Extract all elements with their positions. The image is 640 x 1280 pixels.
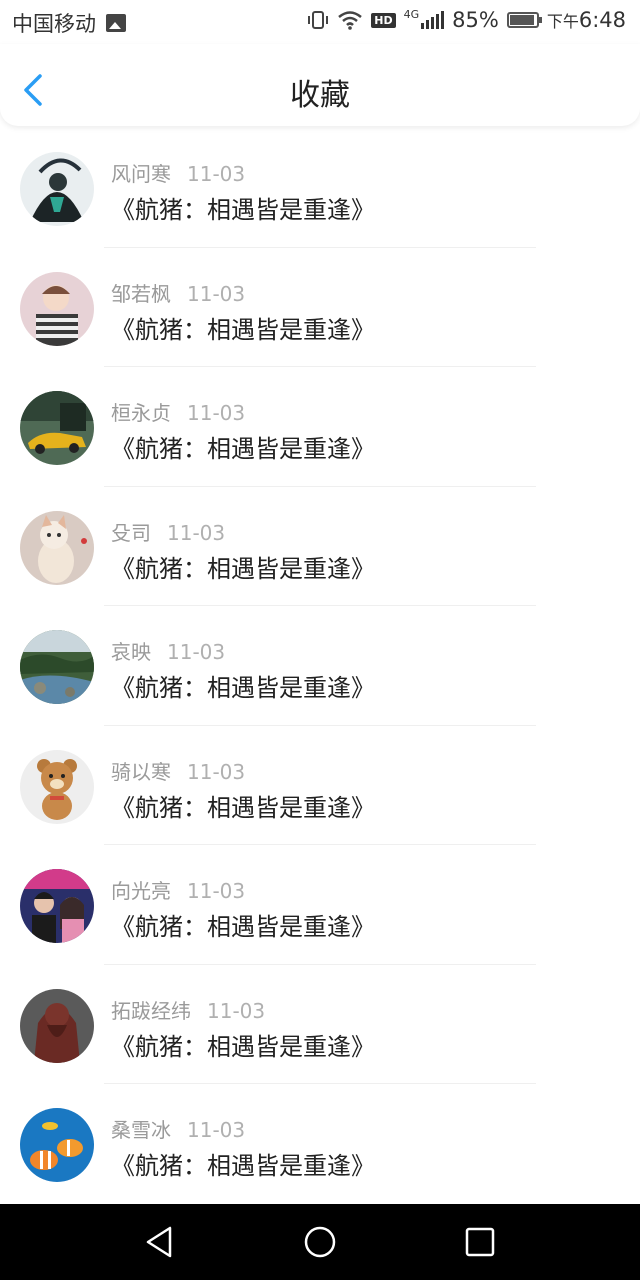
author-name: 邹若枫	[111, 281, 171, 306]
item-meta: 桑雪冰 11-03	[111, 1114, 245, 1143]
avatar[interactable]	[20, 749, 94, 824]
item-meta: 殳司 11-03	[111, 517, 225, 546]
avatar[interactable]	[20, 988, 94, 1063]
list-item[interactable]: 桓永贞 11-03 《航猪：相遇皆是重逢》	[0, 367, 640, 487]
back-triangle-icon	[146, 1226, 172, 1258]
carrier-label: 中国移动	[12, 12, 96, 36]
item-meta: 向光亮 11-03	[111, 875, 245, 904]
status-left: 中国移动	[12, 8, 126, 38]
item-date: 11-03	[187, 401, 246, 425]
vibrate-icon	[308, 11, 329, 29]
item-meta: 桓永贞 11-03	[111, 397, 245, 426]
time-prefix: 下午	[546, 12, 579, 31]
image-icon	[106, 14, 126, 32]
item-date: 11-03	[167, 640, 226, 664]
list-item[interactable]: 向光亮 11-03 《航猪：相遇皆是重逢》	[0, 845, 640, 965]
author-name: 桑雪冰	[111, 1118, 171, 1142]
item-title: 《航猪：相遇皆是重逢》	[111, 315, 375, 344]
item-date: 11-03	[187, 1118, 246, 1142]
home-circle-icon	[304, 1226, 336, 1258]
list-item[interactable]: 拓跋经纬 11-03 《航猪：相遇皆是重逢》	[0, 965, 640, 1084]
item-meta: 哀映 11-03	[111, 636, 225, 665]
page-title: 收藏	[290, 78, 350, 113]
list-item[interactable]: 哀映 11-03 《航猪：相遇皆是重逢》	[0, 606, 640, 726]
avatar[interactable]	[20, 391, 94, 465]
item-date: 11-03	[187, 879, 246, 903]
item-title: 《航猪：相遇皆是重逢》	[111, 196, 375, 224]
avatar[interactable]	[20, 869, 94, 943]
item-date: 11-03	[207, 998, 266, 1023]
wifi-icon	[338, 11, 363, 30]
screen: 中国移动 HD 4G 85% 下午6:48 收藏 风问寒 11-03 《航猪：相…	[0, 0, 640, 1280]
status-right: HD 4G 85% 下午6:48	[307, 8, 626, 32]
avatar[interactable]	[20, 1108, 94, 1182]
item-title: 《航猪：相遇皆是重逢》	[111, 1152, 375, 1180]
avatar[interactable]	[20, 510, 94, 585]
author-name: 风问寒	[111, 162, 171, 186]
item-title: 《航猪：相遇皆是重逢》	[111, 554, 375, 583]
item-date: 11-03	[187, 759, 246, 784]
item-date: 11-03	[187, 162, 246, 186]
author-name: 桓永贞	[111, 401, 171, 425]
network-type: 4G	[403, 7, 420, 21]
clock: 下午6:48	[547, 8, 626, 32]
avatar[interactable]	[20, 271, 94, 346]
avatar[interactable]	[20, 630, 94, 704]
item-title: 《航猪：相遇皆是重逢》	[111, 674, 375, 702]
item-title: 《航猪：相遇皆是重逢》	[111, 435, 375, 463]
favorites-list: 风问寒 11-03 《航猪：相遇皆是重逢》 邹若枫 11-03 《航猪：相遇皆是重逢…	[0, 128, 640, 1204]
battery-percent: 85%	[452, 8, 499, 32]
item-title: 《航猪：相遇皆是重逢》	[111, 793, 375, 822]
hd-icon: HD	[371, 12, 396, 28]
navigation-bar	[0, 1204, 640, 1280]
author-name: 拓跋经纬	[111, 998, 191, 1023]
item-title: 《航猪：相遇皆是重逢》	[111, 913, 375, 941]
item-title: 《航猪：相遇皆是重逢》	[111, 1032, 375, 1061]
nav-home-button[interactable]	[300, 1222, 340, 1262]
item-meta: 拓跋经纬 11-03	[111, 995, 265, 1024]
nav-back-button[interactable]	[140, 1222, 180, 1262]
list-item[interactable]: 邹若枫 11-03 《航猪：相遇皆是重逢》	[0, 248, 640, 367]
item-date: 11-03	[187, 281, 246, 306]
author-name: 向光亮	[111, 879, 171, 903]
time-value: 6:48	[578, 8, 626, 32]
nav-recents-button[interactable]	[460, 1222, 500, 1262]
status-bar: 中国移动 HD 4G 85% 下午6:48	[0, 0, 640, 44]
list-item[interactable]: 桑雪冰 11-03 《航猪：相遇皆是重逢》	[0, 1084, 640, 1204]
header: 收藏	[0, 44, 640, 126]
recents-square-icon	[465, 1227, 495, 1257]
author-name: 哀映	[111, 640, 151, 664]
item-date: 11-03	[167, 520, 226, 545]
list-item[interactable]: 殳司 11-03 《航猪：相遇皆是重逢》	[0, 487, 640, 606]
avatar[interactable]	[20, 152, 94, 226]
list-item[interactable]: 骑以寒 11-03 《航猪：相遇皆是重逢》	[0, 726, 640, 845]
item-meta: 邹若枫 11-03	[111, 278, 245, 307]
list-item[interactable]: 风问寒 11-03 《航猪：相遇皆是重逢》	[0, 128, 640, 248]
item-meta: 骑以寒 11-03	[111, 756, 245, 785]
battery-icon	[506, 12, 542, 28]
item-meta: 风问寒 11-03	[111, 158, 245, 187]
author-name: 殳司	[111, 520, 151, 545]
author-name: 骑以寒	[111, 759, 171, 784]
signal-icon	[421, 11, 445, 29]
